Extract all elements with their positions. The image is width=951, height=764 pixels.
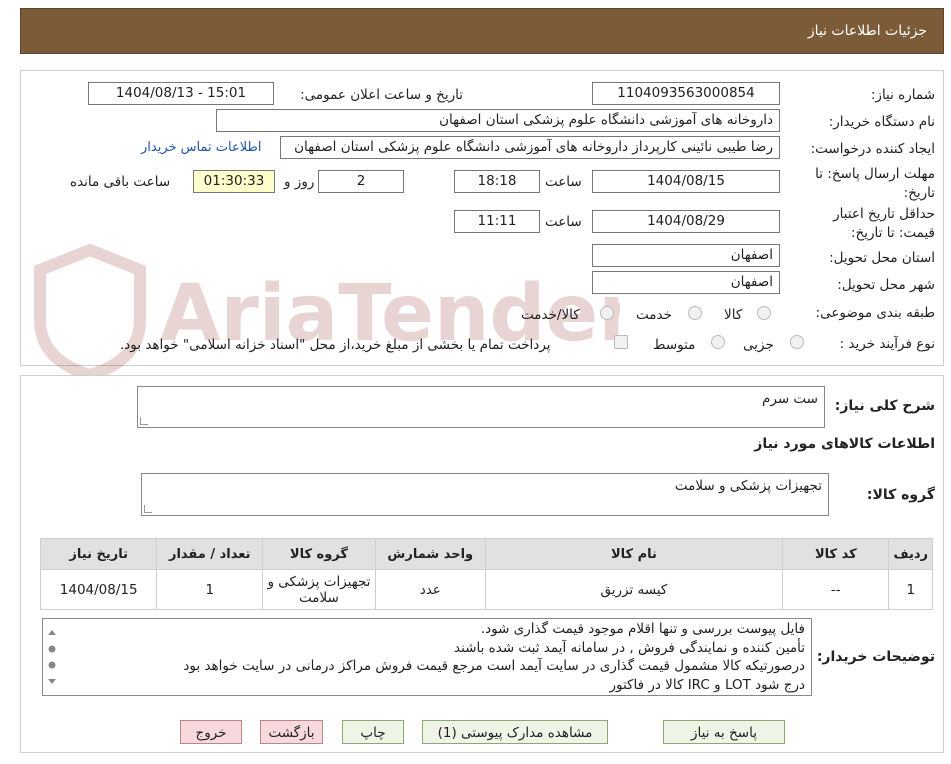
page-title: جزئیات اطلاعات نیاز <box>807 23 927 39</box>
buyer-contact-link[interactable]: اطلاعات تماس خریدار <box>141 140 261 155</box>
days-field: 2 <box>318 170 404 193</box>
buyer-org-field: داروخانه های آموزشی دانشگاه علوم پزشکی ا… <box>216 109 780 132</box>
need-number-field: 1104093563000854 <box>592 82 780 105</box>
validity-time-field: 11:11 <box>454 210 540 233</box>
notes-box: فایل پیوست بررسی و تنها اقلام موجود قیمت… <box>42 618 812 696</box>
process-option-medium: متوسط <box>653 337 696 353</box>
group-textarea: تجهیزات پزشکی و سلامت <box>141 473 829 516</box>
cell-unit: عدد <box>374 569 486 610</box>
notes-line: تأمین کننده و نمایندگی فروش , در سامانه … <box>454 640 805 656</box>
resize-grip-icon <box>144 505 152 513</box>
category-radio-goods-service[interactable] <box>600 306 614 320</box>
category-option-service: خدمت <box>636 307 672 323</box>
need-number-label: شماره نیاز: <box>870 87 935 103</box>
buyer-org-label: نام دستگاه خریدار: <box>828 114 935 130</box>
deadline-label: مهلت ارسال پاسخ: تا تاریخ: <box>815 166 935 201</box>
items-table: ردیف کد کالا نام کالا واحد شمارش گروه کا… <box>39 538 933 610</box>
category-option-goods: کالا <box>724 307 743 323</box>
province-label: استان محل تحویل: <box>829 250 935 266</box>
summary-textarea: ست سرم <box>137 386 825 428</box>
print-button[interactable]: چاپ <box>342 720 404 744</box>
notes-label: توضیحات خریدار: <box>816 649 935 665</box>
cell-date: 1404/08/15 <box>39 569 158 610</box>
category-label: طبقه بندی موضوعی: <box>815 305 935 321</box>
city-field: اصفهان <box>592 271 780 294</box>
table-header-row: ردیف کد کالا نام کالا واحد شمارش گروه کا… <box>39 538 933 570</box>
reply-button[interactable]: پاسخ به نیاز <box>663 720 785 744</box>
city-label: شهر محل تحویل: <box>837 277 935 293</box>
resize-grip-icon <box>140 417 148 425</box>
items-section-title: اطلاعات کالاهای مورد نیاز <box>754 436 935 452</box>
summary-label: شرح کلی نیاز: <box>834 398 935 414</box>
summary-value: ست سرم <box>762 391 818 407</box>
days-label: روز و <box>284 174 315 190</box>
category-option-goods-service: کالا/خدمت <box>521 307 580 323</box>
col-header-group: گروه کالا <box>262 538 376 570</box>
notes-scrollbar[interactable] <box>43 619 61 695</box>
remaining-time-field: 01:30:33 <box>193 170 275 193</box>
cell-code: -- <box>782 569 890 610</box>
group-value: تجهیزات پزشکی و سلامت <box>674 478 822 494</box>
deadline-date-field: 1404/08/15 <box>592 170 780 193</box>
process-option-minor: جزیی <box>743 337 774 353</box>
process-label: نوع فرآیند خرید : <box>839 336 935 352</box>
col-header-date: تاریخ نیاز <box>39 538 158 570</box>
scroll-arrows-icon <box>48 630 56 684</box>
validity-time-label: ساعت <box>545 214 582 230</box>
deadline-time-label: ساعت <box>545 174 582 190</box>
col-header-row-num: ردیف <box>888 538 933 570</box>
process-radio-minor[interactable] <box>790 335 804 349</box>
col-header-unit: واحد شمارش <box>374 538 486 570</box>
category-radio-goods[interactable] <box>757 306 771 320</box>
col-header-name: نام کالا <box>484 538 784 570</box>
validity-date-field: 1404/08/29 <box>592 210 780 233</box>
announce-field: 1404/08/13 - 15:01 <box>88 82 274 105</box>
cell-row-num: 1 <box>888 569 933 610</box>
table-row: 1 -- کیسه تزریق عدد تجهیزات پزشکی و سلام… <box>39 569 933 610</box>
treasury-payment-checkbox[interactable] <box>614 335 628 349</box>
deadline-time-field: 18:18 <box>454 170 540 193</box>
notes-line: فایل پیوست بررسی و تنها اقلام موجود قیمت… <box>480 621 805 637</box>
category-radio-service[interactable] <box>688 306 702 320</box>
notes-line: درج شود LOT و IRC کالا در فاکتور <box>609 677 805 693</box>
process-radio-medium[interactable] <box>711 335 725 349</box>
requester-field: رضا طیبی نائینی کارپرداز داروخانه های آم… <box>280 136 780 159</box>
col-header-qty: تعداد / مقدار <box>156 538 264 570</box>
col-header-code: کد کالا <box>782 538 890 570</box>
remaining-label: ساعت باقی مانده <box>70 174 171 190</box>
announce-label: تاریخ و ساعت اعلان عمومی: <box>300 87 463 103</box>
treasury-payment-note: پرداخت تمام یا بخشی از مبلغ خرید،از محل … <box>120 337 551 353</box>
validity-label: حداقل تاریخ اعتبار قیمت: تا تاریخ: <box>833 206 935 241</box>
cell-group: تجهیزات پزشکی و سلامت <box>262 569 376 610</box>
page-header: جزئیات اطلاعات نیاز <box>20 8 944 54</box>
cell-name: کیسه تزریق <box>484 569 784 610</box>
requester-label: ایجاد کننده درخواست: <box>810 141 935 157</box>
exit-button[interactable]: خروج <box>180 720 242 744</box>
back-button[interactable]: بازگشت <box>260 720 323 744</box>
view-attachments-button[interactable]: مشاهده مدارک پیوستی (1) <box>422 720 608 744</box>
province-field: اصفهان <box>592 244 780 267</box>
cell-qty: 1 <box>156 569 264 610</box>
notes-line: درصورتیکه کالا مشمول قیمت گذاری در سایت … <box>183 658 805 674</box>
group-label: گروه کالا: <box>866 487 935 503</box>
